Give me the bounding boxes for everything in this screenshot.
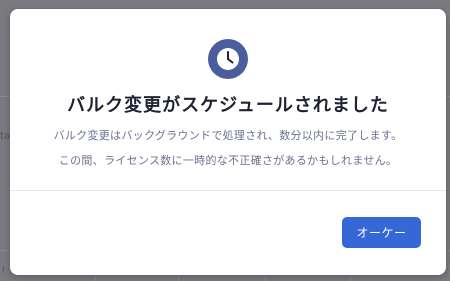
background-text-fragment: l	[2, 266, 5, 276]
dialog-title: バルク変更がスケジュールされました	[67, 95, 389, 116]
dialog-description-note: この間、ライセンス数に一時的な不正確さがあるかもしれません。	[58, 154, 398, 167]
bulk-change-scheduled-dialog: バルク変更がスケジュールされました バルク変更はバックグラウンドで処理され、数分…	[10, 9, 446, 275]
clock-icon	[208, 39, 248, 79]
background-text-fragment: ta	[0, 131, 11, 142]
dialog-footer-divider	[10, 190, 446, 191]
dialog-description: バルク変更はバックグラウンドで処理され、数分以内に完了します。	[53, 129, 403, 142]
ok-button[interactable]: オーケー	[342, 217, 421, 248]
